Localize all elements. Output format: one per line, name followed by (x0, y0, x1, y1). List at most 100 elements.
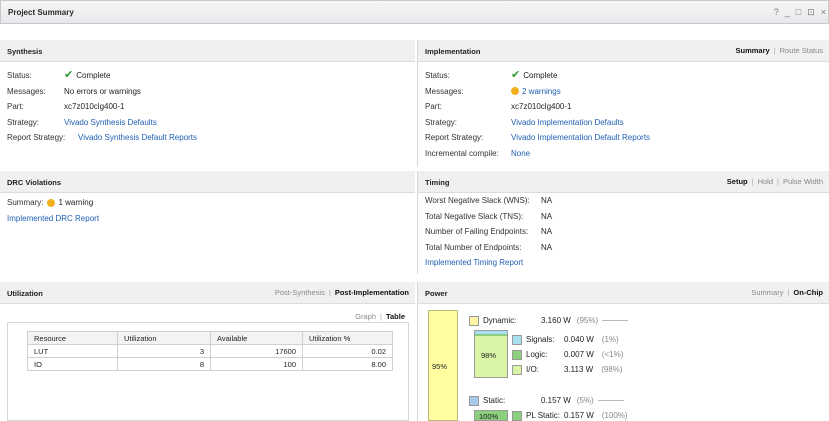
dynamic-pct: (95%) (576, 316, 599, 326)
impl-incremental-link[interactable]: None (511, 149, 530, 158)
utilization-title: Utilization (7, 289, 43, 298)
check-icon: ✔ (64, 69, 74, 82)
tab-table[interactable]: Table (386, 312, 405, 321)
total-endpoints-label: Total Number of Endpoints: (425, 242, 522, 252)
io-label: I/O: (526, 365, 539, 374)
synthesis-title: Synthesis (7, 47, 43, 56)
utilization-panel: Utilization Post-Synthesis | Post-Implemen… (0, 282, 415, 421)
float-icon[interactable]: ⊡ (807, 7, 815, 18)
synthesis-panel: Synthesis Status: ✔ Complete Messages: No e… (0, 40, 415, 167)
maximize-icon[interactable]: □ (796, 7, 801, 18)
power-title: Power (425, 289, 448, 298)
pl-static-value: 0.157 W (564, 411, 594, 420)
pl-static-pct: (100%) (601, 411, 628, 420)
logic-pct: (<1%) (601, 350, 624, 359)
failing-endpoints-label: Number of Failing Endpoints: (425, 227, 529, 237)
failing-endpoints-value: NA (541, 227, 553, 237)
dynamic-bar-pct: 98% (481, 351, 497, 360)
signals-label: Signals: (526, 335, 555, 344)
tab-power-summary[interactable]: Summary (751, 288, 783, 297)
tab-post-synthesis[interactable]: Post-Synthesis (275, 288, 325, 297)
tab-route-status[interactable]: Route Status (780, 46, 823, 55)
static-pct: (5%) (576, 396, 594, 406)
drc-summary-label: Summary: (7, 198, 44, 208)
timing-title: Timing (425, 178, 450, 187)
synth-status-label: Status: (7, 71, 32, 81)
power-header: Power Summary | On-Chip (418, 282, 829, 304)
utilization-scroll-area (7, 322, 409, 421)
logic-legend (512, 349, 522, 360)
help-icon[interactable]: ? (774, 7, 779, 18)
divider-line (597, 400, 624, 402)
close-icon[interactable]: × (821, 7, 826, 18)
impl-report-strategy-link[interactable]: Vivado Implementation Default Reports (511, 133, 650, 142)
synth-part-value: xc7z010clg400-1 (64, 102, 125, 112)
window-titlebar: Project Summary ? _ □ ⊡ × (0, 0, 829, 24)
impl-part-label: Part: (425, 102, 442, 112)
drc-header: DRC Violations (0, 171, 415, 193)
timing-panel: Timing Setup | Hold | Pulse Width Worst Nega… (417, 171, 829, 274)
static-legend (469, 395, 479, 406)
static-value: 0.157 W (541, 396, 571, 406)
static-label: Static: (483, 396, 506, 406)
tab-impl-summary[interactable]: Summary (736, 46, 770, 55)
power-panel: Power Summary | On-Chip 95% Dynamic: 3.160… (417, 282, 829, 421)
synth-report-strategy-label: Report Strategy: (7, 133, 66, 143)
drc-summary-value: 1 warning (58, 198, 94, 208)
window-controls: ? _ □ ⊡ × (774, 7, 826, 18)
logic-label: Logic: (526, 350, 548, 359)
total-power-pct: 95% (432, 362, 448, 371)
logic-value: 0.007 W (564, 350, 594, 359)
synth-strategy-label: Strategy: (7, 117, 40, 127)
logic-segment (475, 334, 507, 336)
tab-post-implementation[interactable]: Post-Implementation (335, 288, 409, 297)
wns-label: Worst Negative Slack (WNS): (425, 196, 530, 206)
synth-messages-label: Messages: (7, 86, 46, 96)
power-tabs: Summary | On-Chip (751, 288, 823, 297)
tab-setup[interactable]: Setup (727, 177, 748, 186)
utilization-header: Utilization Post-Synthesis | Post-Implemen… (0, 282, 415, 304)
tns-label: Total Negative Slack (TNS): (425, 211, 524, 221)
synthesis-header: Synthesis (0, 40, 415, 62)
utilization-tabs: Post-Synthesis | Post-Implementation (274, 288, 409, 297)
warning-icon (47, 198, 56, 207)
implementation-header: Implementation Summary | Route Status (418, 40, 829, 62)
static-bar-pct: 100% (479, 412, 499, 421)
check-icon: ✔ (511, 69, 521, 82)
impl-status-value: Complete (523, 71, 558, 81)
impl-incremental-label: Incremental compile: (425, 148, 499, 158)
signals-value: 0.040 W (564, 335, 594, 344)
timing-report-link[interactable]: Implemented Timing Report (425, 258, 523, 267)
timing-tabs: Setup | Hold | Pulse Width (726, 177, 823, 186)
divider-line (602, 320, 629, 322)
dynamic-value: 3.160 W (541, 316, 571, 326)
implementation-panel: Implementation Summary | Route Status Stat… (417, 40, 829, 167)
minimize-icon[interactable]: _ (785, 7, 790, 18)
total-endpoints-value: NA (541, 242, 553, 252)
total-power-bar: 95% (428, 310, 458, 421)
impl-strategy-link[interactable]: Vivado Implementation Defaults (511, 118, 624, 127)
tab-pulse-width[interactable]: Pulse Width (783, 177, 823, 186)
drc-report-link[interactable]: Implemented DRC Report (7, 214, 99, 223)
tns-value: NA (541, 211, 553, 221)
synth-report-strategy-link[interactable]: Vivado Synthesis Default Reports (78, 133, 197, 142)
pl-static-label: PL Static: (526, 411, 560, 420)
implementation-tabs: Summary | Route Status (735, 46, 824, 55)
timing-header: Timing Setup | Hold | Pulse Width (418, 171, 829, 193)
dynamic-legend (469, 315, 479, 326)
impl-messages-link[interactable]: 2 warnings (522, 87, 561, 96)
utilization-view-tabs: Graph | Table (355, 312, 405, 321)
pl-static-legend (512, 410, 522, 421)
synth-messages-value: No errors or warnings (64, 86, 141, 96)
tab-on-chip[interactable]: On-Chip (793, 288, 823, 297)
drc-panel: DRC Violations Summary: 1 warning Impleme… (0, 171, 415, 274)
signals-legend (512, 334, 522, 345)
impl-part-value: xc7z010clg400-1 (511, 102, 572, 112)
synth-strategy-link[interactable]: Vivado Synthesis Defaults (64, 118, 157, 127)
synth-part-label: Part: (7, 102, 24, 112)
static-breakdown-bar: 100% (474, 410, 508, 421)
tab-graph[interactable]: Graph (355, 312, 376, 321)
tab-hold[interactable]: Hold (758, 177, 773, 186)
signals-pct: (1%) (601, 335, 619, 344)
io-pct: (98%) (601, 365, 623, 374)
